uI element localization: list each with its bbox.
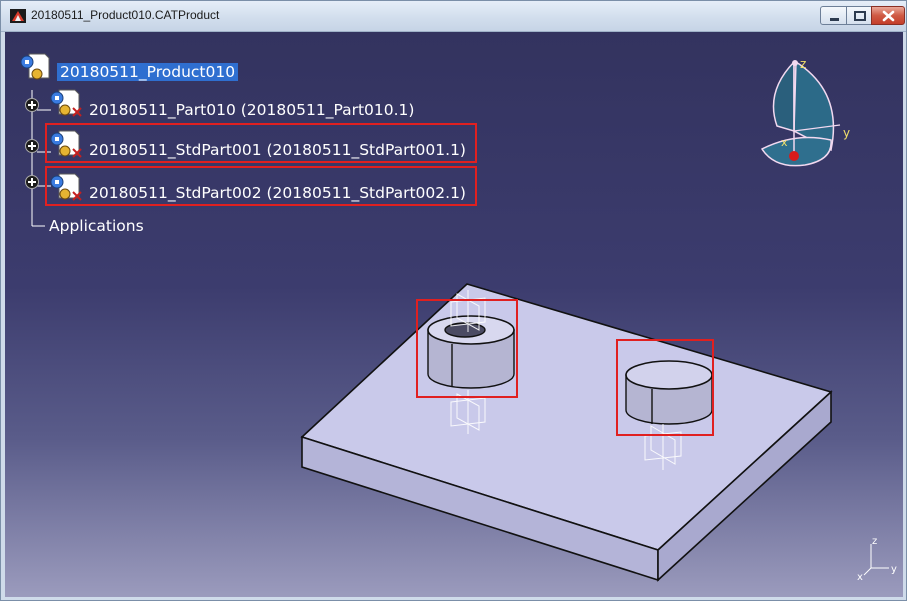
compass-z-label: z (800, 57, 806, 71)
triad-x-label: x (857, 572, 863, 583)
maximize-icon (854, 11, 866, 21)
3d-viewport[interactable]: z y x z x y 20180511_Product010 20180511… (5, 32, 903, 597)
expand-plus-icon[interactable] (25, 98, 39, 112)
compass-widget[interactable]: z y x (760, 57, 850, 167)
triad-z-label: z (872, 536, 877, 547)
title-bar[interactable]: 20180511_Product010.CATProduct (1, 1, 906, 32)
catia-window: 20180511_Product010.CATProduct z y x z x… (0, 0, 907, 601)
part-icon (50, 89, 82, 117)
maximize-button[interactable] (846, 6, 872, 25)
part-icon (50, 130, 82, 158)
compass-y-label: y (843, 126, 850, 140)
close-icon (882, 10, 895, 22)
product-icon (20, 53, 50, 80)
tree-node-label: 20180511_StdPart002 (20180511_StdPart002… (89, 184, 466, 202)
close-button[interactable] (871, 6, 905, 25)
axis-triad: z x y (857, 536, 897, 583)
catia-app-icon (10, 9, 26, 23)
minimize-button[interactable] (820, 6, 847, 25)
tree-root-label[interactable]: 20180511_Product010 (57, 63, 239, 81)
expand-plus-icon[interactable] (25, 139, 39, 153)
expand-plus-icon[interactable] (25, 175, 39, 189)
window-title: 20180511_Product010.CATProduct (31, 8, 220, 22)
minimize-icon (830, 18, 839, 21)
tree-node-label: 20180511_Part010 (20180511_Part010.1) (89, 101, 415, 119)
base-plate[interactable] (300, 283, 833, 582)
tree-applications-node[interactable]: Applications (49, 217, 144, 235)
part-icon (50, 173, 82, 201)
triad-y-label: y (891, 564, 897, 575)
tree-node-label: 20180511_StdPart001 (20180511_StdPart001… (89, 141, 466, 159)
compass-x-label: x (781, 136, 788, 149)
